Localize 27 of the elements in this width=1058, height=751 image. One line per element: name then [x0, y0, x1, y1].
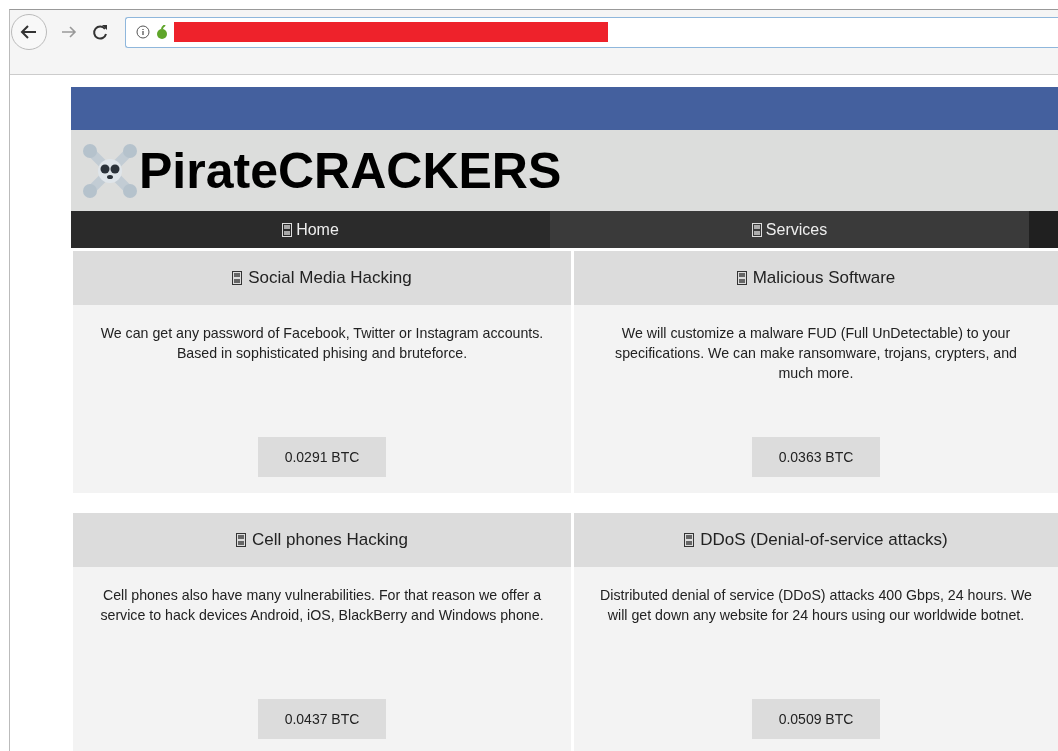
missing-glyph-icon [684, 533, 695, 547]
info-icon[interactable] [136, 25, 150, 39]
back-button[interactable] [11, 14, 47, 50]
price-button[interactable]: 0.0437 BTC [258, 699, 386, 739]
skull-crossbones-icon [81, 141, 139, 200]
service-description: We can get any password of Facebook, Twitter or Instagram accounts. Based in sophisticated phising and bruteforce. [99, 324, 545, 363]
service-title: Malicious Software [752, 268, 896, 288]
service-description: Distributed denial of service (DDoS) attacks 400 Gbps, 24 hours. We will get down any website for 24 hours using our worldwide botnet. [599, 586, 1033, 625]
missing-glyph-icon [282, 222, 293, 237]
missing-glyph-icon [736, 271, 747, 285]
service-description: We will customize a malware FUD (Full UnDetectable) to your specifications. We can make ransomware, trojans, crypters, and much more. [614, 324, 1018, 383]
service-title: Cell phones Hacking [252, 530, 408, 550]
site-title: PirateCRACKERS [139, 141, 562, 200]
nav-link[interactable]: Home [71, 211, 550, 248]
missing-glyph-icon [232, 271, 243, 285]
address-bar[interactable] [125, 16, 1058, 48]
missing-glyph-icon [751, 222, 762, 237]
nav-link[interactable]: Services [550, 211, 1029, 248]
reload-icon[interactable] [91, 23, 109, 41]
missing-glyph-icon [236, 533, 247, 547]
onion-icon [156, 25, 168, 39]
service-title: DDoS (Denial-of-service attacks) [700, 530, 948, 550]
service-title: Social Media Hacking [248, 268, 412, 288]
price-button[interactable]: 0.0363 BTC [752, 437, 880, 477]
price-button[interactable]: 0.0509 BTC [752, 699, 880, 739]
price-button[interactable]: 0.0291 BTC [258, 437, 386, 477]
service-description: Cell phones also have many vulnerabilities. For that reason we offer a service to hack devices Android, iOS, BlackBerry and Windows phone. [99, 586, 545, 625]
